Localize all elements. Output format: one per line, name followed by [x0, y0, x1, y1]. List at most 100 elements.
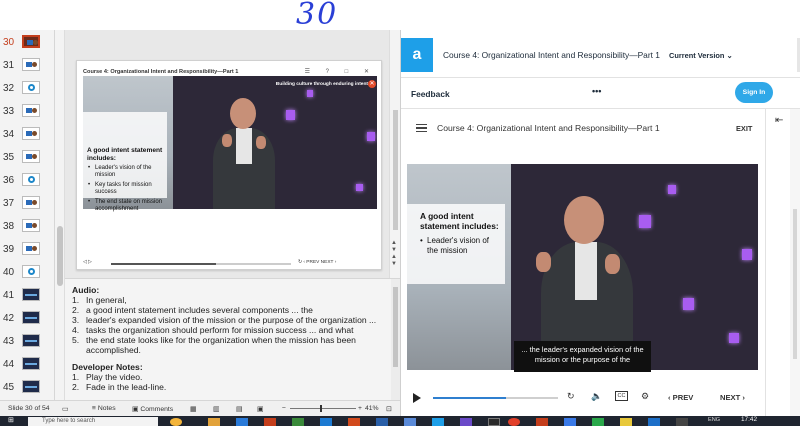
current-slide[interactable]: Course 4: Organizational Intent and Resp… — [76, 60, 382, 270]
zoom-slider[interactable] — [290, 405, 356, 412]
slide-thumbnail[interactable]: 45 — [0, 377, 55, 400]
normal-view-icon[interactable]: ▦ — [190, 405, 196, 413]
notes-scrollbar[interactable] — [391, 279, 400, 400]
progress-bar[interactable] — [433, 397, 558, 399]
app-icon[interactable] — [620, 418, 632, 426]
video-bullet: Leader's vision of the mission — [420, 236, 500, 255]
speaker-notes-pane[interactable]: Audio: 1. In general, 2. a good intent sta… — [65, 278, 400, 400]
scrollbar-thumb[interactable] — [393, 287, 398, 367]
slide-preview — [22, 219, 40, 232]
dev-line: 1. Play the video. — [72, 372, 388, 382]
slide-nav-controls[interactable]: ↻ ‹ PREV NEXT › — [298, 260, 336, 265]
slide-thumbnail[interactable]: 41 — [0, 285, 55, 308]
reading-view-icon[interactable]: ▤ — [236, 405, 242, 413]
language-indicator[interactable]: ENG — [708, 417, 720, 423]
app-icon[interactable] — [170, 418, 182, 426]
app-icon[interactable] — [676, 418, 688, 426]
app-icon[interactable] — [564, 418, 576, 426]
app-icon[interactable] — [320, 418, 332, 426]
zoom-out-icon[interactable]: − — [282, 405, 286, 412]
slide-preview — [22, 196, 40, 209]
slide-thumbnail[interactable]: 37 — [0, 193, 55, 216]
slide-thumbnail[interactable]: 35 — [0, 147, 55, 170]
exit-button[interactable]: EXIT — [736, 124, 752, 133]
slide-thumbnail[interactable]: 39 — [0, 239, 55, 262]
prev-button[interactable]: ‹ PREV — [668, 393, 693, 402]
volume-icon[interactable]: 🔈 — [591, 391, 602, 402]
settings-icon[interactable]: ⚙ — [641, 391, 649, 402]
slide-thumbnail[interactable]: 42 — [0, 308, 55, 331]
slide-thumbnail[interactable]: 31 — [0, 55, 55, 78]
app-icon[interactable] — [376, 418, 388, 426]
divider — [401, 77, 800, 78]
zoom-slider-handle[interactable] — [320, 405, 322, 412]
app-icon[interactable] — [648, 418, 660, 426]
folder-icon[interactable] — [208, 418, 220, 426]
slide-thumbnail[interactable]: 30 — [0, 32, 55, 55]
slide-sorter-icon[interactable]: ▥ — [213, 405, 219, 413]
slide-thumbnail[interactable]: 43 — [0, 331, 55, 354]
video-text-block: A good intent statement includes: Leader… — [420, 211, 506, 255]
banner-close-icon[interactable]: ✕ — [368, 80, 376, 88]
next-button[interactable]: NEXT › — [720, 393, 745, 402]
slide-number: 31 — [3, 60, 15, 71]
player-scrollbar[interactable] — [790, 109, 800, 416]
app-icon[interactable] — [236, 418, 248, 426]
collapse-sidebar-icon[interactable]: ⇤ — [775, 115, 783, 126]
app-icon[interactable] — [432, 418, 444, 426]
slide-preview — [22, 242, 40, 255]
slide-thumbnail[interactable]: 36 — [0, 170, 55, 193]
scrollbar-thumb[interactable] — [57, 226, 63, 286]
line-number: 1. — [72, 372, 80, 382]
hamburger-menu-icon[interactable] — [416, 124, 427, 132]
app-icon[interactable] — [264, 418, 276, 426]
app-icon[interactable] — [592, 418, 604, 426]
purple-light — [356, 184, 363, 191]
chrome-icon[interactable] — [508, 418, 520, 426]
app-icon[interactable] — [404, 418, 416, 426]
slide-thumbnail[interactable]: 40 — [0, 262, 55, 285]
fit-slide-icon[interactable]: ⊡ — [386, 405, 392, 413]
slide-thumbnail[interactable]: 44 — [0, 354, 55, 377]
slide-number: 38 — [3, 221, 15, 232]
slide-nav-arrows-icon[interactable]: ▲ ▼ ▲ ▼ — [391, 240, 397, 268]
accessibility-icon[interactable]: ▭ — [62, 405, 68, 413]
scrollbar-thumb[interactable] — [393, 110, 398, 230]
sign-in-button[interactable]: Sign In — [735, 82, 773, 103]
chevron-down-icon: ⌄ — [726, 51, 733, 60]
slide-playback-icons[interactable]: ◁ ▷ — [83, 260, 92, 265]
notes-button[interactable]: ≡ Notes — [92, 405, 116, 412]
slideshow-icon[interactable]: ▣ — [257, 405, 263, 413]
divider — [401, 108, 800, 109]
start-icon[interactable]: ⊞ — [8, 416, 20, 424]
taskbar-search-input[interactable]: Type here to search — [28, 417, 158, 426]
app-icon[interactable] — [292, 418, 304, 426]
zoom-in-icon[interactable]: + — [358, 405, 362, 412]
feedback-link[interactable]: Feedback — [411, 89, 450, 99]
app-icon[interactable] — [488, 418, 500, 426]
slide-thumbnail[interactable]: 34 — [0, 124, 55, 147]
course-video[interactable] — [407, 164, 758, 370]
slide-thumbnail[interactable]: 38 — [0, 216, 55, 239]
scrollbar-thumb[interactable] — [793, 209, 797, 359]
more-options-icon[interactable]: ••• — [592, 86, 601, 96]
clock[interactable]: 17:42 — [741, 416, 757, 423]
zoom-level[interactable]: 41% — [365, 405, 379, 412]
audio-line: 4. tasks the organization should perform … — [72, 325, 388, 335]
replay-icon[interactable]: ↻ — [567, 391, 575, 402]
slide-number: 41 — [3, 290, 15, 301]
thumbnail-scrollbar[interactable] — [55, 30, 65, 400]
version-dropdown[interactable]: Current Version ⌄ — [669, 51, 733, 60]
audio-list: 1. In general, 2. a good intent statement … — [72, 295, 388, 355]
closed-captions-button[interactable]: CC — [615, 391, 628, 401]
app-icon[interactable] — [460, 418, 472, 426]
slide-thumbnail[interactable]: 32 — [0, 78, 55, 101]
slide-progress-bar[interactable] — [111, 263, 291, 265]
play-icon[interactable] — [413, 393, 421, 403]
slide-scrollbar[interactable]: ▲ ▼ ▲ ▼ — [389, 30, 400, 278]
app-icon[interactable] — [348, 418, 360, 426]
comments-button[interactable]: ▣ Comments — [132, 405, 173, 413]
audio-line: 1. In general, — [72, 295, 388, 305]
powerpoint-icon[interactable] — [536, 418, 548, 426]
slide-thumbnail[interactable]: 33 — [0, 101, 55, 124]
